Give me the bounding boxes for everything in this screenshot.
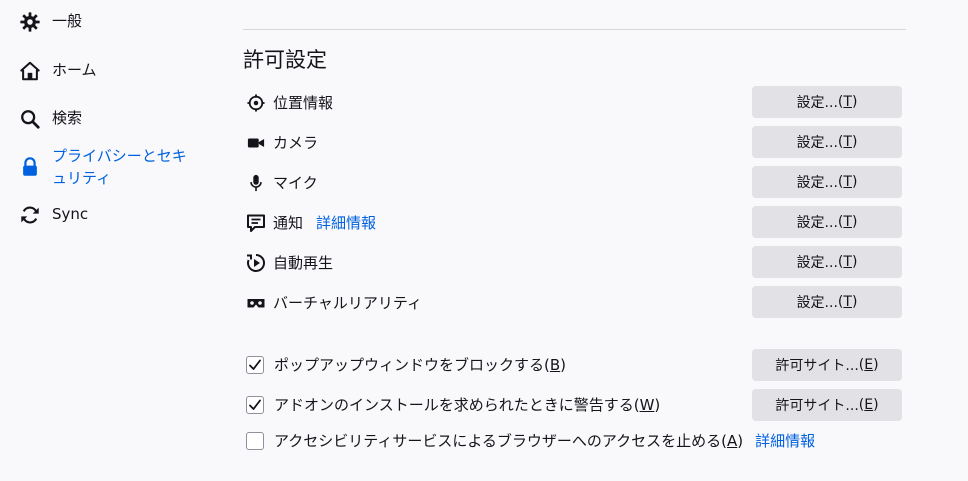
accesskey: A	[727, 432, 738, 450]
checkmark-icon	[249, 359, 261, 370]
sync-icon	[18, 203, 42, 227]
permission-row-camera: カメラ 設定...(T)	[243, 126, 906, 160]
permission-row-vr: バーチャルリアリティ 設定...(T)	[243, 286, 906, 320]
notification-icon	[246, 213, 266, 233]
addon-exceptions-button[interactable]: 許可サイト...(E)	[752, 389, 902, 421]
location-icon	[246, 93, 266, 113]
permission-label: マイク	[273, 174, 318, 192]
warn-addon-install-checkbox[interactable]	[246, 396, 264, 414]
checkbox-label: アクセシビリティサービスによるブラウザーへのアクセスを止める(A) 詳細情報	[274, 432, 816, 450]
accesskey: T	[843, 294, 852, 310]
autoplay-icon	[246, 253, 266, 273]
notifications-settings-button[interactable]: 設定...(T)	[752, 206, 902, 238]
permission-row-location: 位置情報 設定...(T)	[243, 86, 906, 120]
button-label: 許可サイト...	[775, 358, 859, 374]
accesskey: T	[843, 94, 852, 110]
checkbox-label: アドオンのインストールを求められたときに警告する(W)	[274, 396, 661, 414]
accesskey: T	[843, 214, 852, 230]
permission-row-microphone: マイク 設定...(T)	[243, 166, 906, 200]
accesskey: E	[864, 357, 874, 373]
microphone-icon	[246, 173, 266, 193]
label-text: ポップアップウィンドウをブロックする	[274, 356, 545, 374]
location-settings-button[interactable]: 設定...(T)	[752, 86, 902, 118]
accessibility-learn-more-link[interactable]: 詳細情報	[755, 432, 815, 450]
notifications-learn-more-link[interactable]: 詳細情報	[316, 212, 376, 234]
button-label: 設定...	[796, 215, 838, 231]
accesskey: W	[639, 396, 655, 414]
accesskey: T	[843, 174, 852, 190]
checkbox-row-block-accessibility: アクセシビリティサービスによるブラウザーへのアクセスを止める(A) 詳細情報	[243, 425, 906, 459]
permission-label: 位置情報	[273, 94, 334, 112]
sidebar-item-privacy[interactable]: プライバシーとセキュリティ	[18, 145, 192, 189]
permission-label: 自動再生	[273, 254, 334, 272]
label-text: アドオンのインストールを求められたときに警告する	[274, 396, 634, 414]
sidebar-item-label: ホーム	[52, 61, 97, 79]
button-label: 設定...	[796, 95, 838, 111]
accesskey: E	[864, 397, 874, 413]
popup-exceptions-button[interactable]: 許可サイト...(E)	[752, 349, 902, 381]
sidebar: 一般 ホーム 検索 プライバシーとセキュリティ Sync	[0, 0, 230, 481]
block-popups-checkbox[interactable]	[246, 356, 264, 374]
microphone-settings-button[interactable]: 設定...(T)	[752, 166, 902, 198]
sidebar-item-search[interactable]: 検索	[18, 107, 82, 131]
button-label: 設定...	[796, 255, 838, 271]
block-accessibility-checkbox[interactable]	[246, 432, 264, 450]
sidebar-item-general[interactable]: 一般	[18, 10, 82, 34]
checkbox-label: ポップアップウィンドウをブロックする(B)	[274, 356, 567, 374]
autoplay-settings-button[interactable]: 設定...(T)	[752, 246, 902, 278]
checkbox-row-block-popups: ポップアップウィンドウをブロックする(B) 許可サイト...(E)	[243, 349, 906, 383]
vr-settings-button[interactable]: 設定...(T)	[752, 286, 902, 318]
sidebar-item-label: 検索	[52, 109, 83, 127]
accesskey: T	[843, 254, 852, 270]
vr-icon	[246, 293, 266, 313]
permission-label: 通知	[273, 214, 304, 232]
sidebar-item-label: 一般	[52, 12, 83, 30]
permissions-section: 許可設定 位置情報 設定...(T) カメラ 設定... (T) マイク 設…	[243, 0, 906, 481]
button-label: 設定...	[796, 175, 838, 191]
sidebar-item-label: Sync	[52, 205, 89, 223]
button-label: 設定...	[796, 295, 838, 311]
sidebar-item-label: プライバシーとセキュリティ	[52, 147, 187, 187]
label-text: アクセシビリティサービスによるブラウザーへのアクセスを止める	[274, 432, 722, 450]
camera-settings-button[interactable]: 設定...(T)	[752, 126, 902, 158]
sidebar-item-home[interactable]: ホーム	[18, 59, 97, 83]
checkbox-row-warn-addons: アドオンのインストールを求められたときに警告する(W) 許可サイト...(E)	[243, 389, 906, 423]
search-icon	[18, 107, 42, 131]
sidebar-item-sync[interactable]: Sync	[18, 203, 88, 227]
divider	[243, 29, 906, 30]
permission-label: カメラ	[273, 134, 319, 152]
section-title: 許可設定	[243, 48, 327, 72]
checkmark-icon	[249, 399, 261, 410]
permission-label: バーチャルリアリティ	[273, 294, 422, 312]
home-icon	[18, 59, 42, 83]
camera-icon	[246, 133, 266, 153]
button-label: 許可サイト...	[775, 398, 859, 414]
lock-icon	[18, 155, 42, 179]
permission-row-autoplay: 自動再生 設定...(T)	[243, 246, 906, 280]
permission-row-notifications: 通知 詳細情報 設定...(T)	[243, 206, 906, 240]
gear-icon	[18, 10, 42, 34]
accesskey: T	[843, 134, 852, 150]
button-label: 設定...	[796, 135, 838, 151]
accesskey: B	[549, 356, 561, 374]
